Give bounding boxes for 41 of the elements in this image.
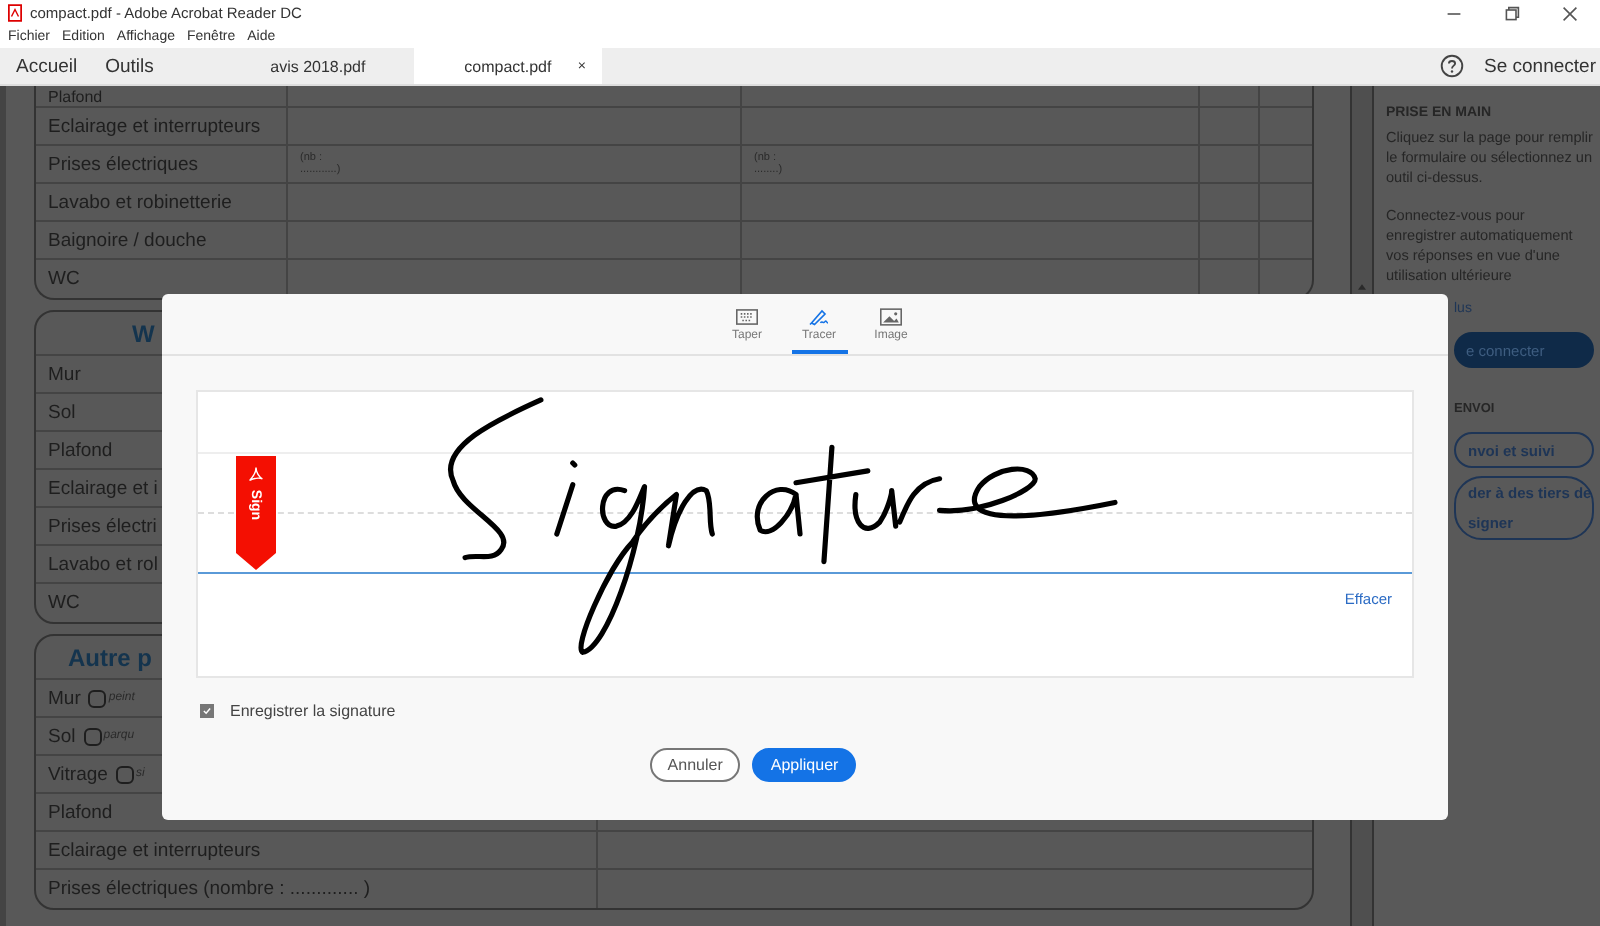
row-label: Eclairage et interrupteurs [48,115,261,137]
row-label: Plafond [48,801,113,823]
save-signature-label: Enregistrer la signature [230,702,396,720]
close-icon[interactable] [1562,5,1578,21]
row-label: Prises électri [48,515,157,537]
section-title: Autre p [68,643,152,671]
help-icon[interactable] [1440,54,1465,78]
row-label: Eclairage et i [48,477,158,499]
row-label: Sol [48,401,76,423]
tab-label: avis 2018.pdf [270,57,366,75]
image-icon [880,308,902,326]
cancel-button[interactable]: Annuler [649,748,741,782]
keyboard-icon [736,308,758,326]
row-label: Plafond [48,87,103,105]
option-checkbox[interactable] [115,765,134,783]
maximize-icon[interactable] [1504,5,1520,21]
option-checkbox[interactable] [88,689,107,707]
nav-tab[interactable]: Accueil [16,55,78,77]
row-label: Vitrage [48,763,108,785]
document-tab[interactable]: avis 2018.pdf [221,48,414,84]
tab-label: compact.pdf [464,57,552,75]
apply-button[interactable]: Appliquer [752,748,857,782]
sign-in-link[interactable]: Se connecter [1484,55,1596,77]
row-label: Lavabo et rol [48,553,158,575]
row-label: Prises électriques (nombre : ............. ) [48,878,371,900]
row-label: Mur [48,363,81,385]
acrobat-logo-icon [248,466,264,482]
row-label: Sol [48,725,76,747]
option-checkbox[interactable] [83,727,102,745]
row-label: Lavabo et robinetterie [48,191,232,213]
row-label: Baignoire / douche [48,229,207,251]
pen-icon [808,308,830,326]
row-label: Eclairage et interrupteurs [48,839,261,861]
save-signature-checkbox[interactable] [200,704,214,718]
row-label: WC [48,592,80,614]
row-label: Plafond [48,439,113,461]
row-label: WC [48,268,80,290]
row-label: Prises électriques [48,153,198,175]
section-title: W [132,319,155,347]
nav-tab[interactable]: Outils [105,55,154,77]
row-label: Mur [48,687,81,709]
